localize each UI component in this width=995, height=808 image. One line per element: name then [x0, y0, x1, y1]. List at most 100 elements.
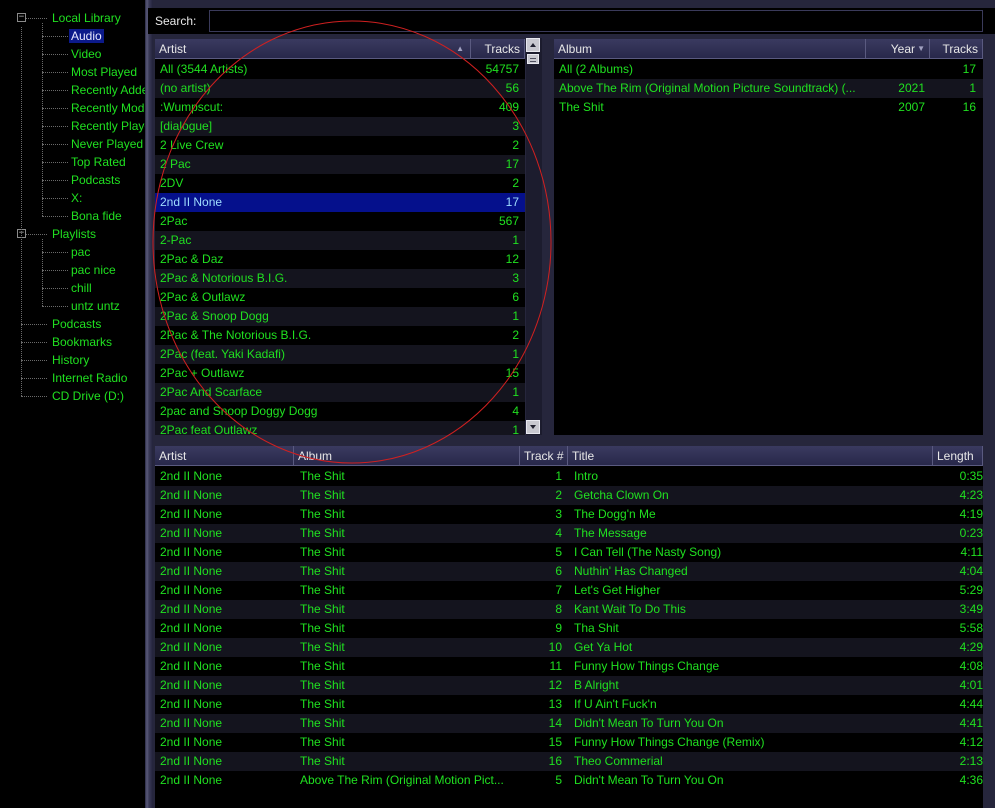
table-row[interactable]: All (3544 Artists) 54757 [155, 60, 525, 79]
artist-name-cell: All (3544 Artists) [160, 62, 248, 76]
search-input[interactable] [209, 10, 983, 32]
table-row[interactable]: 2nd II None The Shit 3 The Dogg'n Me 4:19 [155, 505, 983, 524]
table-row[interactable]: 2Pac + Outlawz 15 [155, 364, 525, 383]
tree-item-recently-added[interactable]: Recently Added [71, 81, 145, 99]
tree-item-bona-fide[interactable]: Bona fide [71, 207, 122, 225]
table-row[interactable]: 2nd II None The Shit 13 If U Ain't Fuck'n 4:… [155, 695, 983, 714]
table-row[interactable]: 2nd II None The Shit 10 Get Ya Hot 4:29 [155, 638, 983, 657]
tree-item-video[interactable]: Video [71, 45, 101, 63]
table-row[interactable]: 2Pac & Outlawz 6 [155, 288, 525, 307]
tree-item-recently-played[interactable]: Recently Played [71, 117, 145, 135]
track-number-column-header[interactable]: Track # [520, 446, 568, 466]
tree-item-untz-untz[interactable]: untz untz [71, 297, 120, 315]
track-album-cell: The Shit [300, 507, 345, 521]
table-row[interactable]: 2-Pac 1 [155, 231, 525, 250]
table-row[interactable]: 2 Pac 17 [155, 155, 525, 174]
table-row[interactable]: 2nd II None The Shit 7 Let's Get Higher 5:29 [155, 581, 983, 600]
scroll-up-arrow-icon[interactable] [526, 38, 540, 52]
year-column-header[interactable]: Year ▼ [866, 39, 930, 59]
title-column-header[interactable]: Title [568, 446, 933, 466]
album-tracks-column-header[interactable]: Tracks [930, 39, 983, 59]
track-title-cell: The Dogg'n Me [574, 507, 656, 521]
sidebar-splitter[interactable] [145, 0, 153, 808]
tree-item-cd-drive-d[interactable]: CD Drive (D:) [52, 387, 124, 405]
track-number-cell: 11 [549, 659, 562, 673]
table-row[interactable]: The Shit 2007 16 [554, 98, 983, 117]
tracks-column-header[interactable]: Tracks [471, 39, 525, 59]
table-row[interactable]: 2pac and Snoop Doggy Dogg 4 [155, 402, 525, 421]
tree-item-chill[interactable]: chill [71, 279, 92, 297]
table-row[interactable]: 2nd II None The Shit 12 B Alright 4:01 [155, 676, 983, 695]
tree-item-label: Most Played [71, 65, 138, 79]
artist-column-header[interactable]: Artist ▲ [155, 39, 471, 59]
artist-name-cell: :Wumpscut: [160, 100, 224, 114]
tree-item-x[interactable]: X: [71, 189, 82, 207]
table-row[interactable]: 2nd II None The Shit 14 Didn't Mean To Turn… [155, 714, 983, 733]
table-row[interactable]: 2nd II None The Shit 9 Tha Shit 5:58 [155, 619, 983, 638]
table-row[interactable]: 2nd II None The Shit 5 I Can Tell (The Nast… [155, 543, 983, 562]
track-album-cell: The Shit [300, 678, 345, 692]
scroll-down-arrow-icon[interactable] [526, 420, 540, 434]
tree-item-top-rated[interactable]: Top Rated [71, 153, 126, 171]
artist-scrollbar[interactable] [526, 38, 542, 435]
table-row[interactable]: 2nd II None The Shit 6 Nuthin' Has Changed 4… [155, 562, 983, 581]
table-row[interactable]: 2nd II None 17 [155, 193, 525, 212]
tree-item-most-played[interactable]: Most Played [71, 63, 137, 81]
tree-item-recently-modified[interactable]: Recently Modified [71, 99, 145, 117]
table-row[interactable]: 2nd II None The Shit 4 The Message 0:23 [155, 524, 983, 543]
tree-item-label: Internet Radio [52, 371, 128, 385]
table-row[interactable]: (no artist) 56 [155, 79, 525, 98]
track-length-cell: 4:36 [959, 773, 983, 787]
tree-item-label: Bookmarks [52, 335, 113, 349]
track-album-cell: The Shit [300, 469, 345, 483]
collapse-icon[interactable]: − [17, 13, 26, 22]
track-number-cell: 3 [555, 507, 562, 521]
table-row[interactable]: 2nd II None The Shit 8 Kant Wait To Do This… [155, 600, 983, 619]
track-artist-cell: 2nd II None [160, 469, 223, 483]
artist-track-count-cell: 54757 [485, 62, 519, 76]
table-row[interactable]: 2nd II None The Shit 16 Theo Commerial 2:13 [155, 752, 983, 771]
artist-name-cell: 2Pac & The Notorious B.I.G. [160, 328, 312, 342]
table-row[interactable]: 2Pac And Scarface 1 [155, 383, 525, 402]
track-artist-cell: 2nd II None [160, 526, 223, 540]
artist-track-count-cell: 1 [512, 233, 519, 247]
scroll-thumb[interactable] [527, 54, 539, 64]
tree-item-history[interactable]: History [52, 351, 89, 369]
track-artist-column-header[interactable]: Artist [155, 446, 294, 466]
tree-item-bookmarks[interactable]: Bookmarks [52, 333, 112, 351]
table-row[interactable]: 2Pac feat Outlawz 1 [155, 421, 525, 435]
tree-item-internet-radio[interactable]: Internet Radio [52, 369, 127, 387]
table-row[interactable]: 2Pac & The Notorious B.I.G. 2 [155, 326, 525, 345]
table-row[interactable]: 2nd II None Above The Rim (Original Motio… [155, 771, 983, 790]
table-row[interactable]: 2DV 2 [155, 174, 525, 193]
table-row[interactable]: 2Pac & Notorious B.I.G. 3 [155, 269, 525, 288]
tree-item-never-played[interactable]: Never Played [71, 135, 143, 153]
table-row[interactable]: 2 Live Crew 2 [155, 136, 525, 155]
tree-item-podcasts[interactable]: Podcasts [52, 315, 101, 333]
table-row[interactable]: 2nd II None The Shit 2 Getcha Clown On 4:23 [155, 486, 983, 505]
album-column-header[interactable]: Album [554, 39, 866, 59]
table-row[interactable]: 2Pac & Snoop Dogg 1 [155, 307, 525, 326]
tree-item-podcasts[interactable]: Podcasts [71, 171, 120, 189]
table-row[interactable]: 2Pac & Daz 12 [155, 250, 525, 269]
tree-item-audio[interactable]: Audio [69, 27, 104, 45]
table-row[interactable]: :Wumpscut: 409 [155, 98, 525, 117]
table-row[interactable]: All (2 Albums) 17 [554, 60, 983, 79]
track-length-cell: 0:23 [959, 526, 983, 540]
tree-item-pac-nice[interactable]: pac nice [71, 261, 116, 279]
table-row[interactable]: 2Pac 567 [155, 212, 525, 231]
tree-item-playlists[interactable]: Playlists [52, 225, 96, 243]
table-row[interactable]: 2nd II None The Shit 15 Funny How Things Ch… [155, 733, 983, 752]
tree-item-pac[interactable]: pac [71, 243, 90, 261]
length-column-header[interactable]: Length [933, 446, 983, 466]
table-row[interactable]: [dialogue] 3 [155, 117, 525, 136]
artist-name-cell: 2Pac (feat. Yaki Kadafi) [160, 347, 285, 361]
track-album-column-header[interactable]: Album [294, 446, 520, 466]
table-row[interactable]: 2nd II None The Shit 11 Funny How Things Ch… [155, 657, 983, 676]
track-length-cell: 4:23 [959, 488, 983, 502]
tree-item-local-library[interactable]: Local Library [52, 9, 121, 27]
table-row[interactable]: 2nd II None The Shit 1 Intro 0:35 [155, 467, 983, 486]
table-row[interactable]: 2Pac (feat. Yaki Kadafi) 1 [155, 345, 525, 364]
tree-connector [42, 36, 68, 37]
table-row[interactable]: Above The Rim (Original Motion Picture S… [554, 79, 983, 98]
